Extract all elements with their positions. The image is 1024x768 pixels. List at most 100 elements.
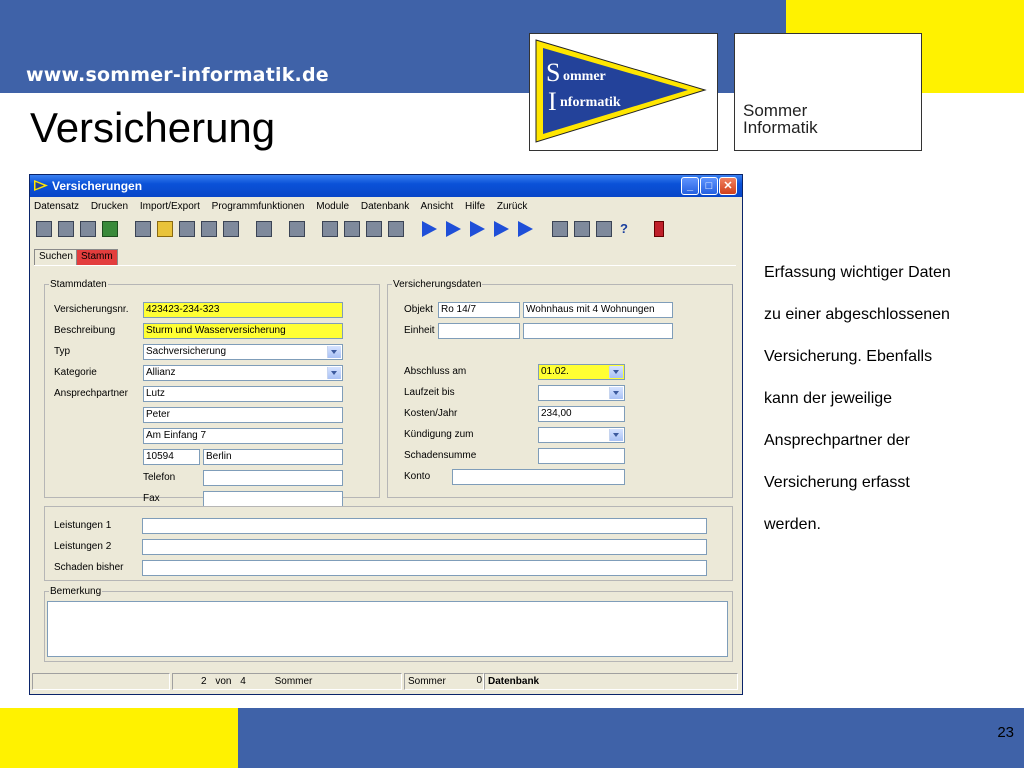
- tab-suchen[interactable]: Suchen: [34, 249, 78, 265]
- einheit-field[interactable]: [438, 323, 520, 339]
- print-preview-icon[interactable]: [58, 221, 74, 237]
- menu-ansicht[interactable]: Ansicht: [420, 201, 453, 212]
- si-arrow-icon-3[interactable]: [470, 221, 485, 237]
- search-icon[interactable]: [135, 221, 151, 237]
- si-arrow-icon-4[interactable]: [494, 221, 509, 237]
- bemerkung-group: Bemerkung: [44, 586, 733, 662]
- maximize-button[interactable]: □: [700, 177, 718, 195]
- status-record-total: 4: [240, 676, 246, 687]
- typ-value: Sachversicherung: [146, 346, 227, 357]
- konto-field[interactable]: [452, 469, 625, 485]
- menu-import-export[interactable]: Import/Export: [140, 201, 200, 212]
- contact-zip-field[interactable]: 10594: [143, 449, 200, 465]
- window-title: Versicherungen: [52, 179, 143, 193]
- status-record-cell: 2 von 4 Sommer: [172, 673, 402, 690]
- chevron-down-icon[interactable]: [609, 429, 623, 441]
- contact-street-field[interactable]: Am Einfang 7: [143, 428, 343, 444]
- monitor-icon[interactable]: [596, 221, 612, 237]
- beschreibung-field[interactable]: Sturm und Wasserversicherung: [143, 323, 343, 339]
- versicherungsdaten-legend: Versicherungsdaten: [393, 279, 482, 290]
- schadensumme-field[interactable]: [538, 448, 625, 464]
- stammdaten-legend: Stammdaten: [50, 279, 107, 290]
- kosten-field[interactable]: 234,00: [538, 406, 625, 422]
- previous-record-icon[interactable]: [344, 221, 360, 237]
- menu-programmfunktionen[interactable]: Programmfunktionen: [212, 201, 305, 212]
- schadensumme-label: Schadensumme: [404, 450, 477, 461]
- print-icon[interactable]: [36, 221, 52, 237]
- app-window: Versicherungen _ □ ✕ Datensatz Drucken I…: [29, 174, 743, 695]
- abschluss-date-select[interactable]: 01.02.: [538, 364, 625, 380]
- pennant-logo-icon: S ommer I nformatik: [535, 39, 707, 143]
- exit-icon[interactable]: [654, 221, 664, 237]
- logo-text-box: Sommer Informatik: [734, 33, 922, 151]
- chevron-down-icon[interactable]: [609, 387, 623, 399]
- leistungen2-field[interactable]: [142, 539, 707, 555]
- chevron-down-icon[interactable]: [327, 367, 341, 379]
- status-record-number: 2: [201, 676, 207, 687]
- menu-datenbank[interactable]: Datenbank: [361, 201, 409, 212]
- schaden-bisher-label: Schaden bisher: [54, 562, 124, 573]
- document-icon[interactable]: [179, 221, 195, 237]
- contact-name-field[interactable]: Lutz: [143, 386, 343, 402]
- help-icon[interactable]: ?: [620, 221, 636, 237]
- site-url: www.sommer-informatik.de: [26, 64, 329, 86]
- stammdaten-group: Stammdaten Versicherungsnr. 423423-234-3…: [44, 279, 380, 507]
- schaden-bisher-field[interactable]: [142, 560, 707, 576]
- bemerkung-textarea[interactable]: [47, 601, 728, 657]
- logo-initial-s: S: [546, 58, 560, 87]
- side-description: Erfassung wichtiger Daten zu einer abges…: [764, 252, 1009, 546]
- contact-firstname-field[interactable]: Peter: [143, 407, 343, 423]
- leistungen1-field[interactable]: [142, 518, 707, 534]
- minimize-button[interactable]: _: [681, 177, 699, 195]
- first-record-icon[interactable]: [322, 221, 338, 237]
- kategorie-select[interactable]: Allianz: [143, 365, 343, 381]
- refresh-icon[interactable]: [223, 221, 239, 237]
- excel-export-icon[interactable]: [102, 221, 118, 237]
- open-folder-icon[interactable]: [157, 221, 173, 237]
- notes-icon[interactable]: [574, 221, 590, 237]
- laufzeit-select[interactable]: [538, 385, 625, 401]
- close-button[interactable]: ✕: [719, 177, 737, 195]
- si-arrow-icon-1[interactable]: [422, 221, 437, 237]
- chevron-down-icon[interactable]: [327, 346, 341, 358]
- telefon-field[interactable]: [203, 470, 343, 486]
- tab-stamm[interactable]: Stamm: [76, 249, 118, 265]
- fax-field[interactable]: [203, 491, 343, 507]
- contact-city-field[interactable]: Berlin: [203, 449, 343, 465]
- objekt-field[interactable]: Ro 14/7: [438, 302, 520, 318]
- side-text-line: zu einer abgeschlossenen: [764, 306, 950, 323]
- settings-icon[interactable]: [201, 221, 217, 237]
- fax-label: Fax: [143, 493, 160, 504]
- versicherungsnr-field[interactable]: 423423-234-323: [143, 302, 343, 318]
- einheit-description-field[interactable]: [523, 323, 673, 339]
- slide-title: Versicherung: [30, 104, 276, 151]
- menu-datensatz[interactable]: Datensatz: [34, 201, 79, 212]
- logo-pennant: S ommer I nformatik: [529, 33, 718, 151]
- menu-zurueck[interactable]: Zurück: [497, 201, 528, 212]
- chevron-down-icon[interactable]: [609, 366, 623, 378]
- menu-module[interactable]: Module: [316, 201, 349, 212]
- save-icon[interactable]: [256, 221, 272, 237]
- typ-select[interactable]: Sachversicherung: [143, 344, 343, 360]
- kuendigung-select[interactable]: [538, 427, 625, 443]
- next-record-icon[interactable]: [366, 221, 382, 237]
- title-bar[interactable]: Versicherungen _ □ ✕: [30, 175, 742, 197]
- ansprechpartner-label: Ansprechpartner: [54, 388, 128, 399]
- logo-initial-i: I: [548, 87, 557, 116]
- side-text-line: Erfassung wichtiger Daten: [764, 264, 951, 281]
- beschreibung-label: Beschreibung: [54, 325, 116, 336]
- printer-setup-icon[interactable]: [80, 221, 96, 237]
- status-bar: 2 von 4 Sommer Sommer 0 Datenbank: [32, 672, 740, 691]
- status-database: Datenbank: [484, 673, 738, 690]
- si-arrow-icon-2[interactable]: [446, 221, 461, 237]
- page-number: 23: [997, 724, 1014, 741]
- menu-hilfe[interactable]: Hilfe: [465, 201, 485, 212]
- last-record-icon[interactable]: [388, 221, 404, 237]
- kuendigung-label: Kündigung zum: [404, 429, 474, 440]
- objekt-description-field[interactable]: Wohnhaus mit 4 Wohnungen: [523, 302, 673, 318]
- si-arrow-icon-5[interactable]: [518, 221, 533, 237]
- typ-label: Typ: [54, 346, 71, 357]
- delete-icon[interactable]: [289, 221, 305, 237]
- calculator-icon[interactable]: [552, 221, 568, 237]
- menu-drucken[interactable]: Drucken: [91, 201, 128, 212]
